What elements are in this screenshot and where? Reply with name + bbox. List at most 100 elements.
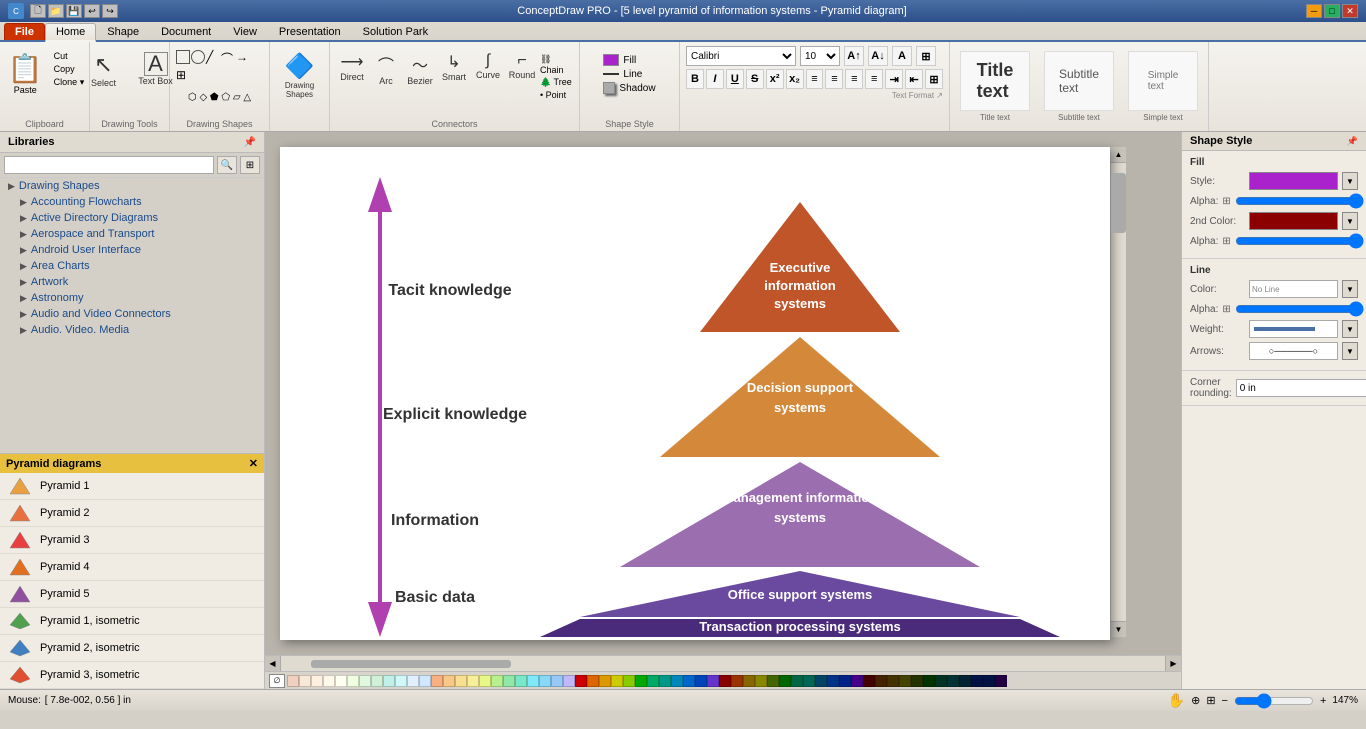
palette-color-swatch[interactable] [371,675,383,687]
toolbar-new[interactable]: 🗋 [30,4,46,18]
scroll-down-button[interactable]: ▼ [1111,621,1126,637]
palette-color-swatch[interactable] [935,675,947,687]
libraries-pin[interactable]: 📌 [244,137,256,148]
palette-color-swatch[interactable] [455,675,467,687]
fill-alpha-slider[interactable] [1235,196,1364,206]
palette-color-swatch[interactable] [479,675,491,687]
palette-color-swatch[interactable] [863,675,875,687]
outdent-button[interactable]: ⇤ [905,69,923,89]
line-swatch[interactable] [603,73,619,75]
smart-button[interactable]: ↳ Smart [438,50,470,84]
palette-color-swatch[interactable] [803,675,815,687]
menu-solution-park[interactable]: Solution Park [352,23,439,40]
zoom-fit[interactable]: ⊕ [1191,694,1200,707]
menu-home[interactable]: Home [45,23,96,42]
toolbar-redo[interactable]: ↪ [102,4,118,18]
scrollbar-thumb-v[interactable] [1111,173,1126,233]
hand-tool[interactable]: ✋ [1168,692,1185,709]
indent-button[interactable]: ⇥ [885,69,903,89]
menu-file[interactable]: File [4,23,45,40]
palette-color-swatch[interactable] [395,675,407,687]
palette-color-swatch[interactable] [959,675,971,687]
pyramid-1[interactable]: Pyramid 1 [0,473,264,500]
scrollbar-thumb-h[interactable] [311,660,511,668]
zoom-slider[interactable] [1234,695,1314,707]
palette-color-swatch[interactable] [299,675,311,687]
lib-audio-video[interactable]: ▶ Audio and Video Connectors [0,306,264,322]
point-button[interactable]: • Point [540,90,573,100]
text-format-expand[interactable]: ⊞ [925,69,943,89]
palette-color-swatch[interactable] [443,675,455,687]
lib-artwork[interactable]: ▶ Artwork [0,274,264,290]
palette-color-swatch[interactable] [719,675,731,687]
simple-style-item[interactable]: Simpletext Simple text [1126,49,1200,124]
shape-arc[interactable]: ⌒ [221,50,235,64]
pyramid-2[interactable]: Pyramid 2 [0,500,264,527]
pyramid-1-isometric[interactable]: Pyramid 1, isometric [0,608,264,635]
palette-color-swatch[interactable] [995,675,1007,687]
palette-color-swatch[interactable] [947,675,959,687]
palette-color-swatch[interactable] [599,675,611,687]
canvas[interactable]: Tacit knowledge Explicit knowledge Infor… [280,147,1110,640]
palette-color-swatch[interactable] [491,675,503,687]
palette-color-swatch[interactable] [587,675,599,687]
menu-document[interactable]: Document [150,23,222,40]
menu-presentation[interactable]: Presentation [268,23,352,40]
palette-color-swatch[interactable] [623,675,635,687]
scroll-left-button[interactable]: ◀ [265,656,281,672]
pyramid-2-isometric[interactable]: Pyramid 2, isometric [0,635,264,662]
strikethrough-button[interactable]: S [746,69,764,89]
bold-button[interactable]: B [686,69,704,89]
round-button[interactable]: ⌐ Round [506,50,538,82]
drawing-shapes-button[interactable]: 🔷 DrawingShapes [275,50,325,101]
fill-style-dropdown[interactable]: ▼ [1342,172,1358,190]
font-shrink-button[interactable]: A↓ [868,46,888,66]
arrows-dropdown[interactable]: ▼ [1342,342,1358,360]
palette-color-swatch[interactable] [815,675,827,687]
palette-color-swatch[interactable] [923,675,935,687]
palette-color-swatch[interactable] [887,675,899,687]
lib-accounting[interactable]: ▶ Accounting Flowcharts [0,194,264,210]
lib-area-charts[interactable]: ▶ Area Charts [0,258,264,274]
zoom-in[interactable]: + [1320,695,1326,707]
palette-color-swatch[interactable] [515,675,527,687]
palette-color-swatch[interactable] [683,675,695,687]
underline-button[interactable]: U [726,69,744,89]
curve-button[interactable]: ∫ Curve [472,50,504,82]
font-grow-button[interactable]: A↑ [844,46,864,66]
menu-shape[interactable]: Shape [96,23,150,40]
palette-color-swatch[interactable] [347,675,359,687]
palette-color-swatch[interactable] [791,675,803,687]
palette-color-swatch[interactable] [695,675,707,687]
shape-style-pin[interactable]: 📌 [1347,136,1358,147]
scroll-right-button[interactable]: ▶ [1165,656,1181,672]
palette-color-swatch[interactable] [827,675,839,687]
fill-style-color[interactable] [1249,172,1338,190]
arc-button[interactable]: ⌒ Arc [370,50,402,88]
vertical-scrollbar[interactable]: ▲ ▼ [1110,147,1126,637]
maximize-button[interactable]: □ [1324,4,1340,18]
palette-color-swatch[interactable] [971,675,983,687]
second-color-dropdown[interactable]: ▼ [1342,212,1358,230]
paste-button[interactable]: 📋 Paste [2,50,49,97]
shadow-swatch[interactable] [603,82,615,94]
align-left-button[interactable]: ≡ [806,69,824,89]
zoom-out[interactable]: − [1222,695,1228,707]
palette-color-swatch[interactable] [503,675,515,687]
arrows-swatch[interactable]: ○──────○ [1249,342,1338,360]
shape-more[interactable]: ⊞ [176,68,190,82]
palette-color-swatch[interactable] [671,675,683,687]
palette-color-swatch[interactable] [575,675,587,687]
palette-color-swatch[interactable] [467,675,479,687]
libraries-search-input[interactable] [4,156,214,174]
lib-drawing-shapes[interactable]: ▶ Drawing Shapes [0,178,264,194]
font-options-button[interactable]: ⊞ [916,46,936,66]
palette-color-swatch[interactable] [311,675,323,687]
palette-color-swatch[interactable] [851,675,863,687]
subscript-button[interactable]: x₂ [786,69,804,89]
font-select[interactable]: Calibri [686,46,796,66]
line-weight-dropdown[interactable]: ▼ [1342,320,1358,338]
italic-button[interactable]: I [706,69,724,89]
palette-color-swatch[interactable] [899,675,911,687]
fill-color-swatch[interactable] [603,54,619,66]
